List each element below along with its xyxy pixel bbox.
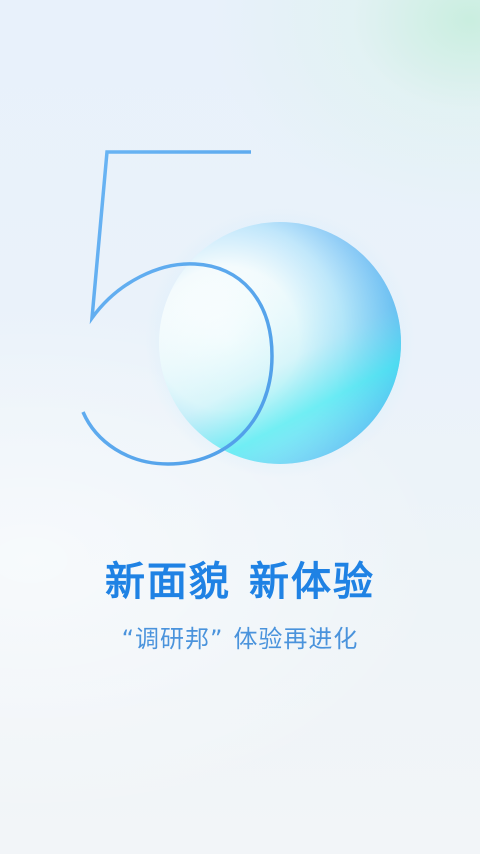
tagline: “调研邦” 体验再进化 bbox=[0, 622, 480, 656]
splash-screen: 新面貌 新体验 “调研邦” 体验再进化 bbox=[0, 0, 480, 854]
headline-new-look: 新面貌 bbox=[105, 559, 231, 605]
headline-new-experience: 新体验 bbox=[249, 559, 375, 605]
tagline-text: 体验再进化 bbox=[233, 625, 359, 653]
version-5-logo bbox=[81, 150, 415, 478]
tagline-brand: “调研邦” bbox=[121, 625, 224, 653]
headline: 新面貌 新体验 bbox=[0, 556, 480, 608]
gradient-orb-tint bbox=[159, 222, 401, 464]
